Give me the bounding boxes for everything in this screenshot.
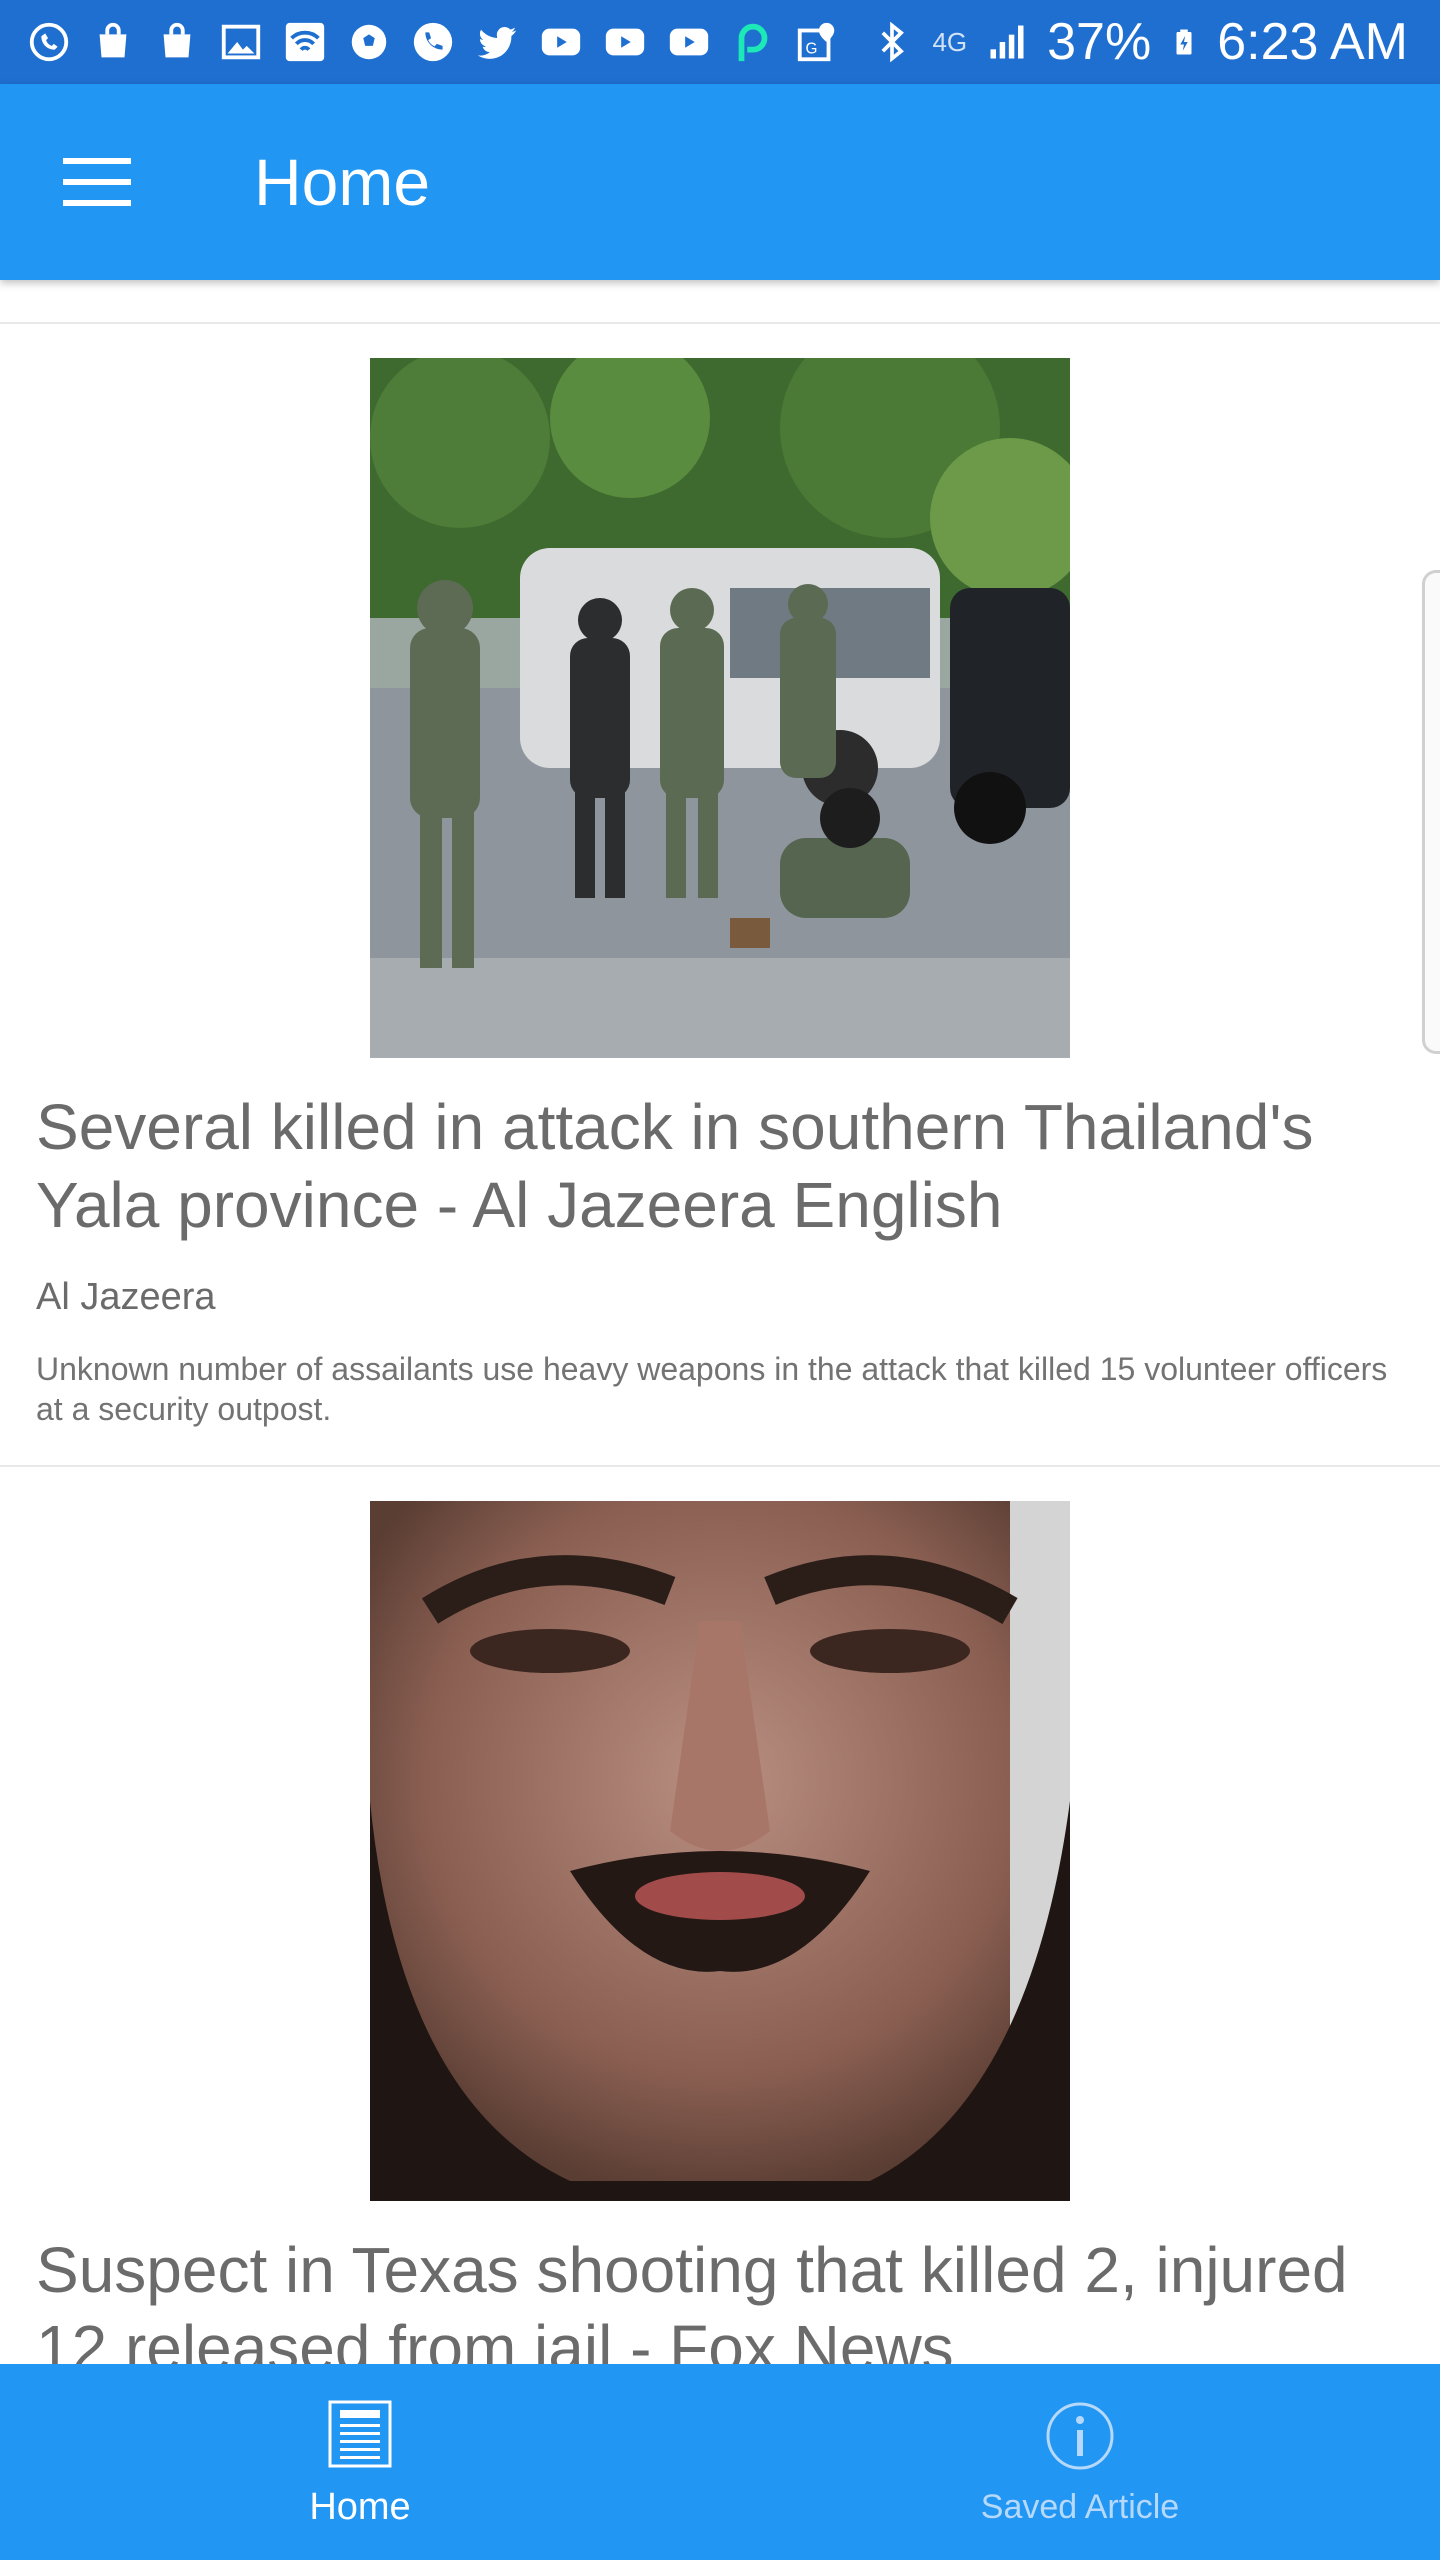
image-icon [216,17,266,67]
nav-saved-article-label: Saved Article [980,2487,1180,2526]
twitter-icon [472,17,522,67]
article-source: Al Jazeera [36,1276,216,1318]
youtube-icon [536,17,586,67]
shopping-bag-icon [152,17,202,67]
network-type: 4G [932,26,968,57]
previous-article-fragment [0,280,1440,324]
signal-icon [990,25,1024,59]
hamburger-menu-icon [63,158,131,206]
battery-charging-icon [1176,29,1192,55]
article-description: Unknown number of assailants use heavy w… [36,1351,1388,1427]
scroll-edge-handle[interactable] [1422,570,1440,1054]
page-title: Home [254,145,431,219]
article-image[interactable] [370,1501,1070,2201]
soccer-ball-icon [344,17,394,67]
youtube-icon [600,17,650,67]
article-card[interactable]: Several killed in attack in southern Tha… [0,324,1440,1467]
nav-home-tab[interactable]: Home [0,2364,720,2560]
app-bar: Home [0,84,1440,280]
youtube-icon [664,17,714,67]
bottom-navigation: Home Saved Article [0,2364,1440,2560]
article-list[interactable]: Several killed in attack in southern Tha… [0,280,1440,2364]
status-bar: G 4G 37% 6:23 AM [0,0,1440,84]
nav-saved-article-tab[interactable]: Saved Article [720,2364,1440,2560]
wifi-icon [280,17,330,67]
menu-button[interactable] [50,134,146,230]
article-title[interactable]: Suspect in Texas shooting that killed 2,… [36,2231,1404,2364]
nav-home-label: Home [309,2485,411,2528]
bluetooth-icon [881,21,905,63]
info-icon [1046,2402,1114,2469]
article-image[interactable] [370,358,1070,1058]
clock: 6:23 AM [1217,13,1408,71]
whatsapp-icon [24,17,74,67]
battery-percent: 37% [1047,13,1152,71]
article-card[interactable]: Suspect in Texas shooting that killed 2,… [0,1467,1440,2364]
svg-text:G: G [806,41,818,58]
phone-icon [408,17,458,67]
maps-icon: G [792,17,842,67]
shopping-bag-icon [88,17,138,67]
system-status: 4G 37% 6:23 AM [870,12,1408,72]
article-title[interactable]: Several killed in attack in southern Tha… [36,1088,1404,1244]
notification-icons: G [24,17,842,67]
newspaper-icon [328,2400,392,2467]
p-app-icon [728,17,778,67]
